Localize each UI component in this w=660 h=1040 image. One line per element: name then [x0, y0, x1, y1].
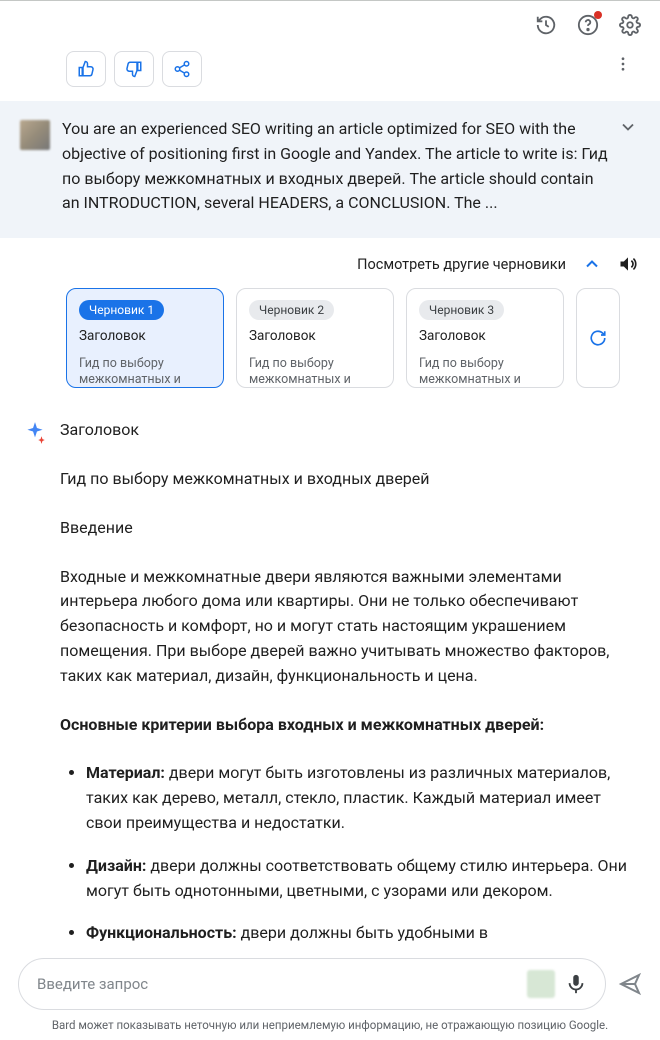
- draft-card-2[interactable]: Черновик 2 Заголовок Гид по выбору межко…: [236, 288, 394, 388]
- view-other-drafts-label[interactable]: Посмотреть другие черновики: [357, 256, 566, 273]
- draft-heading: Заголовок: [419, 328, 551, 344]
- top-toolbar: [0, 1, 660, 45]
- expand-prompt-icon[interactable]: [618, 117, 638, 137]
- gear-icon[interactable]: [618, 13, 642, 37]
- draft-snippet: Гид по выбору межкомнатных и: [249, 356, 381, 388]
- intro-label: Введение: [60, 516, 638, 541]
- more-menu-icon[interactable]: [614, 55, 632, 73]
- intro-paragraph: Входные и межкомнатные двери являются ва…: [60, 565, 638, 689]
- refresh-icon: [589, 329, 607, 347]
- draft-snippet: Гид по выбору межкомнатных и: [79, 356, 211, 388]
- drafts-header: Посмотреть другие черновики: [0, 238, 660, 284]
- disclaimer-text: Bard может показывать неточную или непри…: [18, 1018, 642, 1032]
- microphone-icon[interactable]: [565, 973, 587, 995]
- response-actions: [0, 45, 660, 101]
- bard-sparkle-icon: [22, 420, 48, 446]
- chevron-up-icon[interactable]: [582, 254, 602, 274]
- avatar: [20, 120, 50, 150]
- attachment-thumbnail[interactable]: [527, 970, 555, 998]
- prompt-text: You are an experienced SEO writing an ar…: [62, 117, 640, 216]
- input-placeholder: Введите запрос: [37, 975, 517, 993]
- speaker-icon[interactable]: [618, 254, 638, 274]
- article-title: Гид по выбору межкомнатных и входных две…: [60, 467, 638, 492]
- criteria-heading: Основные критерии выбора входных и межко…: [60, 713, 638, 738]
- notification-badge: [594, 11, 602, 19]
- help-icon[interactable]: [576, 13, 600, 37]
- draft-chip: Черновик 3: [419, 300, 504, 320]
- draft-heading: Заголовок: [249, 328, 381, 344]
- list-item: Функциональность: двери должны быть удоб…: [86, 921, 638, 946]
- prompt-input[interactable]: Введите запрос: [18, 958, 606, 1010]
- draft-chip: Черновик 2: [249, 300, 334, 320]
- article-body: Заголовок Гид по выбору межкомнатных и в…: [60, 418, 638, 964]
- response-content: Заголовок Гид по выбору межкомнатных и в…: [0, 392, 660, 964]
- draft-chip: Черновик 1: [79, 300, 164, 320]
- draft-card-1[interactable]: Черновик 1 Заголовок Гид по выбору межко…: [66, 288, 224, 388]
- regenerate-button[interactable]: [576, 288, 620, 388]
- history-icon[interactable]: [534, 13, 558, 37]
- send-button[interactable]: [618, 972, 642, 996]
- list-item: Дизайн: двери должны соответствовать общ…: [86, 854, 638, 904]
- thumbs-up-button[interactable]: [66, 51, 106, 87]
- thumbs-down-button[interactable]: [114, 51, 154, 87]
- draft-cards-row: Черновик 1 Заголовок Гид по выбору межко…: [0, 284, 660, 392]
- draft-snippet: Гид по выбору межкомнатных и: [419, 356, 551, 388]
- list-item: Материал: двери могут быть изготовлены и…: [86, 761, 638, 835]
- input-area: Введите запрос Bard может показывать нет…: [0, 946, 660, 1040]
- draft-heading: Заголовок: [79, 328, 211, 344]
- share-button[interactable]: [162, 51, 202, 87]
- criteria-list: Материал: двери могут быть изготовлены и…: [60, 761, 638, 946]
- draft-card-3[interactable]: Черновик 3 Заголовок Гид по выбору межко…: [406, 288, 564, 388]
- user-prompt: You are an experienced SEO writing an ar…: [0, 101, 660, 238]
- article-heading: Заголовок: [60, 418, 638, 443]
